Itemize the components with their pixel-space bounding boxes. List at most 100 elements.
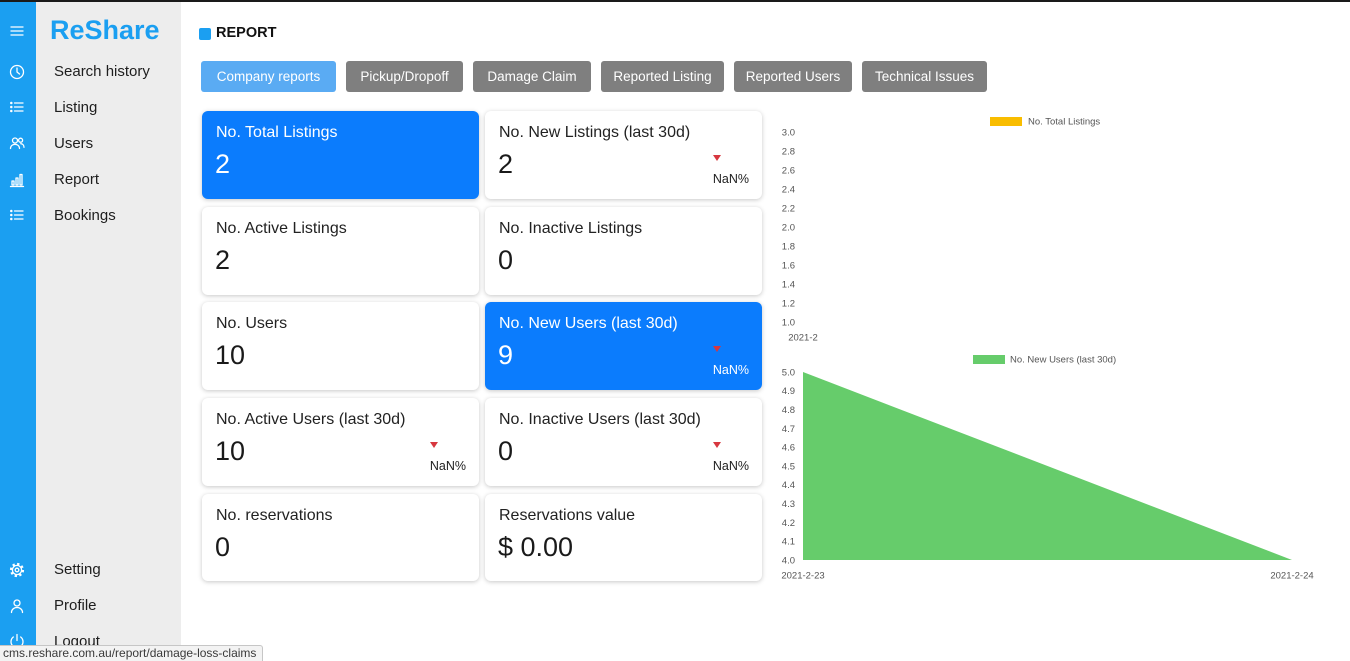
stat-card-title: No. Active Listings (216, 220, 347, 237)
x-axis: 2021-2 (788, 333, 818, 344)
legend-swatch (973, 355, 1005, 364)
tab-company-reports[interactable]: Company reports (201, 61, 336, 92)
tab-pickup-dropoff[interactable]: Pickup/Dropoff (346, 61, 463, 92)
user-icon[interactable] (8, 597, 26, 615)
stat-card-reservations-value: Reservations value $ 0.00 (485, 494, 762, 581)
stat-card-total-listings: No. Total Listings 2 (202, 111, 479, 199)
y-tick-label: 2.0 (782, 222, 795, 233)
stat-card-new-listings: No. New Listings (last 30d) 2 NaN% (485, 111, 762, 199)
stat-card-reservations: No. reservations 0 (202, 494, 479, 581)
sidebar-item-users[interactable]: Users (54, 134, 93, 154)
y-tick-label: 1.0 (782, 317, 795, 328)
stat-card-title: No. Inactive Listings (499, 220, 643, 237)
stat-card-title: No. Total Listings (216, 124, 338, 141)
y-tick-label: 5.0 (782, 367, 795, 378)
stat-card-value: 2 (215, 149, 231, 179)
stat-card-change: NaN% (712, 363, 749, 377)
stat-card-value: 0 (498, 245, 514, 275)
y-tick-label: 2.6 (782, 165, 795, 176)
y-tick-label: 4.7 (782, 424, 795, 435)
legend-label: No. Total Listings (1028, 117, 1100, 128)
list-icon[interactable] (8, 206, 26, 224)
stat-card-title: Reservations value (499, 507, 636, 524)
sidebar-item-report[interactable]: Report (54, 170, 99, 190)
y-tick-label: 2.8 (782, 146, 795, 157)
tab-reported-users[interactable]: Reported Users (734, 61, 852, 92)
y-tick-label: 4.3 (782, 499, 795, 510)
stat-card-active-users: No. Active Users (last 30d) 10 NaN% (202, 398, 479, 486)
trend-down-icon (713, 155, 721, 161)
app-logo[interactable]: ReShare (50, 14, 160, 46)
y-tick-label: 2.2 (782, 203, 795, 214)
sidebar-item-search-history[interactable]: Search history (54, 62, 150, 82)
plot-area (803, 372, 1292, 560)
stat-card-title: No. Active Users (last 30d) (216, 411, 406, 428)
new-users-chart: No. New Users (last 30d) 5.0 4.9 4.8 4.7 4.6… (781, 355, 1313, 582)
y-tick-label: 4.6 (782, 443, 795, 454)
users-icon[interactable] (8, 134, 26, 152)
stat-card-value: 10 (215, 340, 246, 370)
stat-card-value: 10 (215, 436, 246, 466)
y-tick-label: 4.9 (782, 386, 795, 397)
stat-card-title: No. New Users (last 30d) (499, 315, 678, 332)
sidebar: ReShare Search history Listing Users Rep… (36, 0, 181, 661)
stat-card-title: No. reservations (216, 507, 333, 524)
sidebar-item-bookings[interactable]: Bookings (54, 206, 116, 226)
y-tick-label: 4.8 (782, 405, 795, 416)
area-series-0 (803, 372, 1292, 560)
y-tick-label: 4.0 (782, 555, 795, 566)
legend-swatch (990, 117, 1022, 126)
browser-status-bar: cms.reshare.com.au/report/damage-loss-cl… (0, 645, 263, 661)
tab-technical-issues[interactable]: Technical Issues (862, 61, 987, 92)
trend-down-icon (430, 442, 438, 448)
tab-reported-listing[interactable]: Reported Listing (601, 61, 724, 92)
trend-down-icon (713, 442, 721, 448)
stat-card-change: NaN% (712, 172, 749, 186)
stat-card-inactive-users: No. Inactive Users (last 30d) 0 NaN% (485, 398, 762, 486)
x-tick-label: 2021-2-23 (781, 571, 824, 582)
stat-card-value: $ 0.00 (498, 532, 574, 562)
total-listings-chart: No. Total Listings 3.0 2.8 2.6 2.4 2.2 2.0 1.8… (782, 117, 1101, 344)
stat-card-users: No. Users 10 (202, 302, 479, 390)
stat-card-value: 2 (215, 245, 231, 275)
y-tick-label: 4.2 (782, 518, 795, 529)
menu-icon[interactable] (8, 22, 26, 40)
stat-card-inactive-listings: No. Inactive Listings 0 (485, 207, 762, 295)
y-tick-label: 1.2 (782, 298, 795, 309)
y-axis: 5.0 4.9 4.8 4.7 4.6 4.5 4.4 4.3 4.2 4.1 4.0 (782, 367, 795, 566)
stat-card-change: NaN% (429, 459, 466, 473)
x-tick-label: 2021-2 (788, 333, 818, 344)
stat-card-title: No. New Listings (last 30d) (499, 124, 691, 141)
clock-icon[interactable] (8, 63, 26, 81)
y-tick-label: 4.5 (782, 461, 795, 472)
tab-damage-claim[interactable]: Damage Claim (473, 61, 591, 92)
x-tick-label: 2021-2-24 (1270, 571, 1313, 582)
list-icon[interactable] (8, 98, 26, 116)
chart-legend[interactable]: No. New Users (last 30d) (973, 355, 1116, 366)
bar-chart-icon[interactable] (8, 171, 26, 189)
report-tabs: Company reports Pickup/Dropoff Damage Cl… (201, 61, 987, 92)
sidebar-item-profile[interactable]: Profile (54, 596, 97, 616)
gear-icon[interactable] (8, 561, 26, 579)
stat-card-title: No. Inactive Users (last 30d) (499, 411, 701, 428)
stat-card-active-listings: No. Active Listings 2 (202, 207, 479, 295)
trend-down-icon (713, 346, 721, 352)
y-tick-label: 3.0 (782, 127, 795, 138)
stat-card-value: 2 (498, 149, 514, 179)
y-tick-label: 1.6 (782, 260, 795, 271)
chart-legend[interactable]: No. Total Listings (990, 117, 1100, 128)
page-title: REPORT (216, 25, 277, 41)
stat-card-change: NaN% (712, 459, 749, 473)
stat-card-new-users: No. New Users (last 30d) 9 NaN% (485, 302, 762, 390)
stat-card-value: 0 (215, 532, 231, 562)
icon-rail (0, 0, 36, 661)
sidebar-item-listing[interactable]: Listing (54, 98, 97, 118)
y-axis: 3.0 2.8 2.6 2.4 2.2 2.0 1.8 1.6 1.4 1.2 1.0 (782, 127, 795, 328)
page-title-marker (199, 28, 211, 40)
legend-label: No. New Users (last 30d) (1010, 355, 1116, 366)
y-tick-label: 1.4 (782, 279, 795, 290)
y-tick-label: 1.8 (782, 241, 795, 252)
y-tick-label: 2.4 (782, 184, 795, 195)
y-tick-label: 4.4 (782, 480, 795, 491)
sidebar-item-setting[interactable]: Setting (54, 560, 101, 580)
